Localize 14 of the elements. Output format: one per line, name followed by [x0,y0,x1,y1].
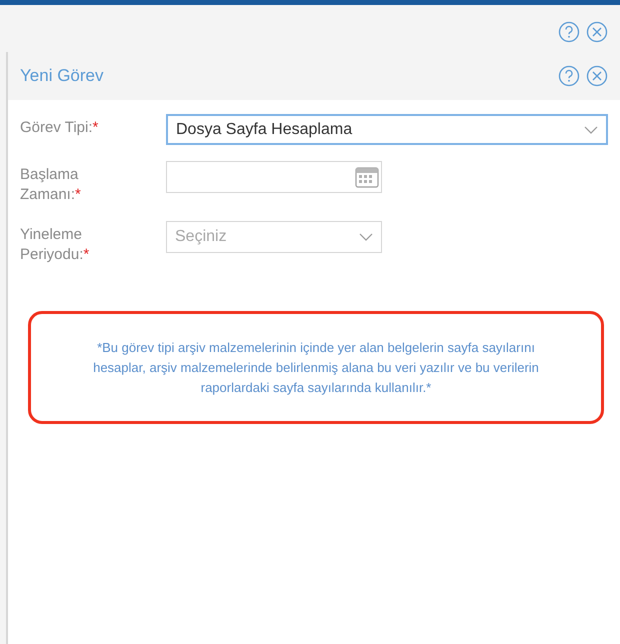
calendar-icon[interactable] [355,166,379,188]
info-note: *Bu görev tipi arşiv malzemelerinin içinde yer alan belgelerin sayfa sayılarını hesaplar, arşiv malzemelerinde belirlenmiş alana bu veri yazılır ve bu verilerin raporlardaki sayfa sayılarında kullanılır.* [92,338,540,397]
close-icon[interactable] [586,65,608,87]
close-icon[interactable] [586,21,608,43]
chevron-down-icon [584,126,598,134]
date-field[interactable] [166,161,382,193]
dropdown-field[interactable]: Dosya Sayfa Hesaplama [166,114,608,145]
chevron-down-icon [359,233,373,241]
help-icon[interactable] [558,65,580,87]
field-label: Başlama Zamanı:* [20,165,82,205]
field-label: Yineleme Periyodu:* [20,225,90,265]
field-label: Görev Tipi:* [20,118,100,138]
help-icon[interactable] [558,21,580,43]
dialog-title: Yeni Görev [20,65,104,88]
